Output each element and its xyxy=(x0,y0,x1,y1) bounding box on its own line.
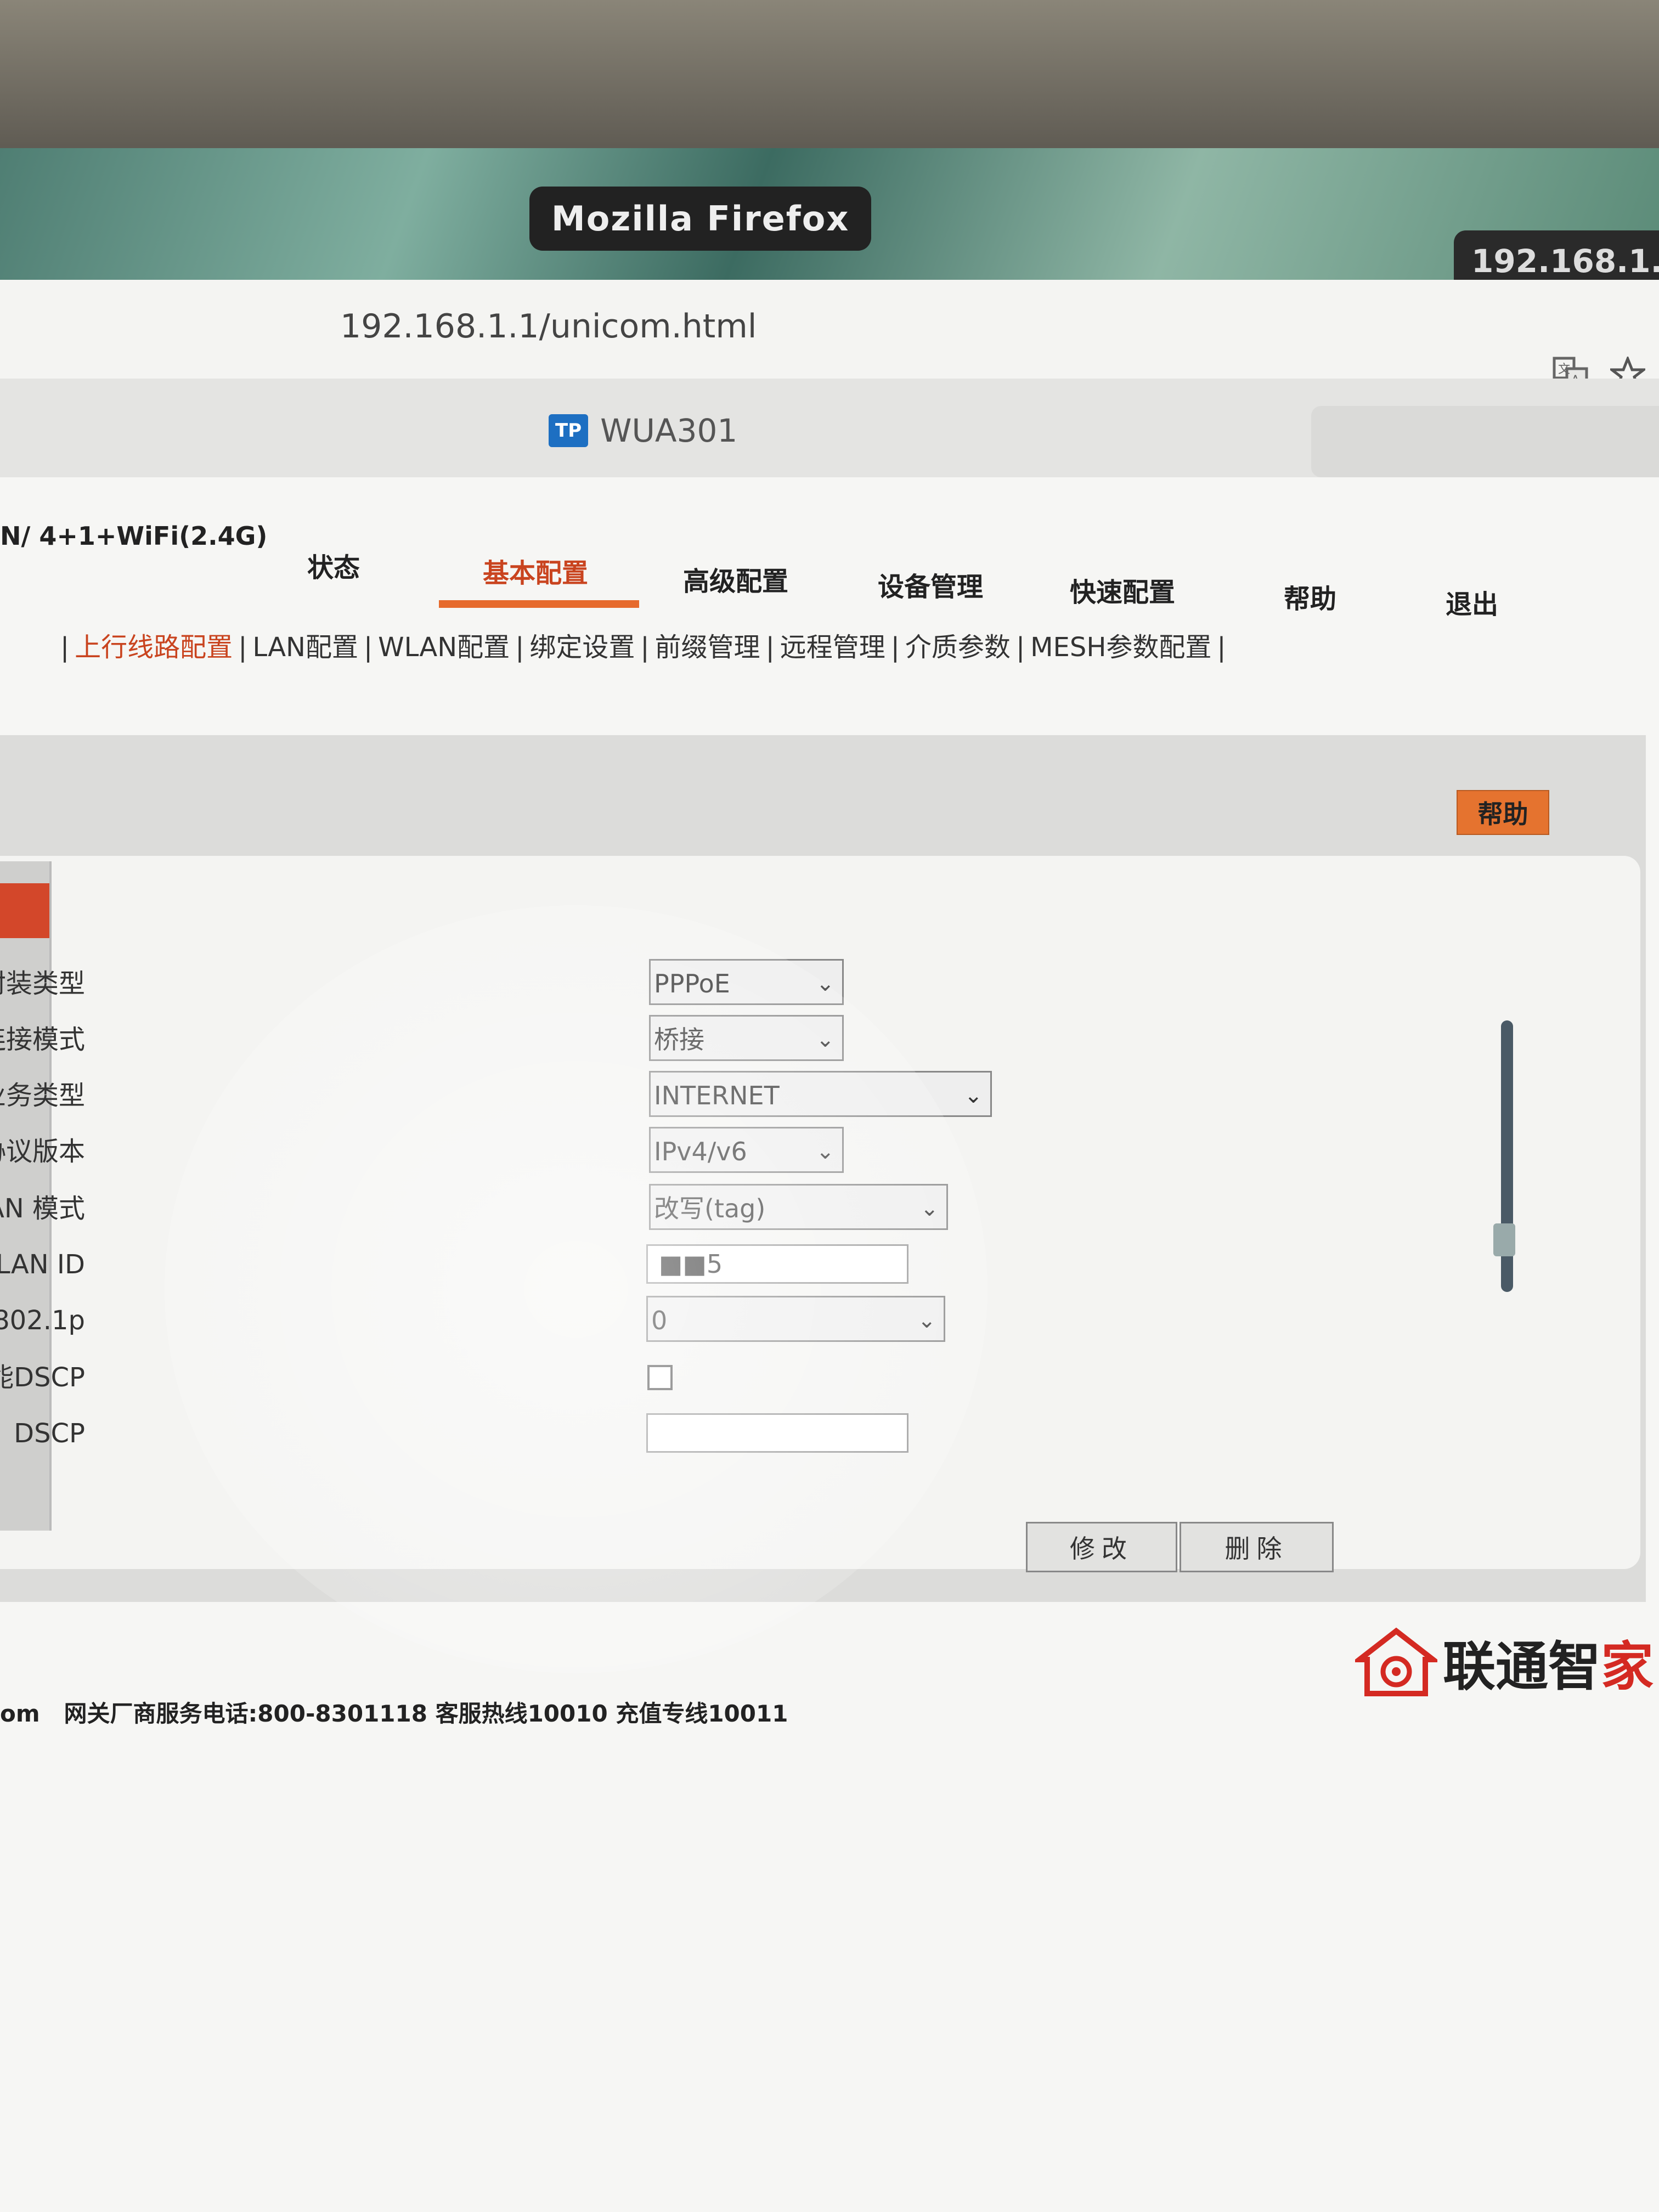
unicom-logo-icon xyxy=(1355,1627,1437,1696)
tab-active[interactable]: TP WUA301 xyxy=(527,395,1295,466)
modify-button[interactable]: 修改 xyxy=(1026,1522,1177,1572)
row-vlan-id: VLAN ID ■■5 xyxy=(0,1240,1042,1289)
footer-service-info: om 网关厂商服务电话:800-8301118 客服热线10010 充值专线10… xyxy=(0,1695,788,1729)
service-type-select[interactable]: INTERNET ⌄ xyxy=(649,1071,992,1117)
service-label: 业务类型 xyxy=(0,1080,85,1111)
ip-version-select[interactable]: IPv4/v6 ⌄ xyxy=(649,1127,844,1173)
submenu-wlan[interactable]: WLAN配置 xyxy=(378,632,510,663)
svg-text:文: 文 xyxy=(1558,363,1570,376)
conn-mode-select[interactable]: 桥接 ⌄ xyxy=(649,1015,844,1061)
menu-quick-config[interactable]: 快速配置 xyxy=(1070,571,1175,609)
dscp-enable-checkbox[interactable] xyxy=(647,1365,673,1390)
menu-status[interactable]: 状态 xyxy=(307,546,360,584)
service-value: INTERNET xyxy=(654,1081,780,1110)
browser-navbar xyxy=(0,280,1659,379)
ip-label: IP协议版本 xyxy=(0,1136,85,1167)
help-button[interactable]: 帮助 xyxy=(1457,790,1549,835)
submenu-uplink[interactable]: 上行线路配置 xyxy=(75,632,233,663)
row-ip: IP协议版本 IPv4/v6 ⌄ xyxy=(0,1127,1042,1176)
menu-logout[interactable]: 退出 xyxy=(1446,583,1498,621)
tab-title: WUA301 xyxy=(600,412,738,449)
submenu-media[interactable]: 介质参数 xyxy=(905,632,1011,663)
row-dscp-enable: 使能DSCP xyxy=(0,1353,1042,1402)
row-conn: 连接模式 桥接 ⌄ xyxy=(0,1015,1042,1064)
chevron-down-icon: ⌄ xyxy=(917,1308,936,1333)
vlan-id-label: VLAN ID xyxy=(0,1249,85,1280)
submenu-mesh[interactable]: MESH参数配置 xyxy=(1030,632,1211,663)
brand-text-main: 联通智 xyxy=(1443,1636,1601,1697)
p8021-value: 0 xyxy=(651,1306,668,1335)
vlan-mode-value: 改写(tag) xyxy=(654,1194,766,1223)
encap-label: 封装类型 xyxy=(0,968,85,999)
row-dscp: DSCP xyxy=(0,1409,1042,1458)
row-vlan-mode: VLAN 模式 改写(tag) ⌄ xyxy=(0,1184,1042,1233)
address-bar[interactable]: 192.168.1.1/unicom.html xyxy=(340,307,757,346)
window-title: Mozilla Firefox xyxy=(529,187,872,251)
chevron-down-icon: ⌄ xyxy=(816,1027,834,1052)
row-8021p: 802.1p 0 ⌄ xyxy=(0,1296,1042,1345)
ip-value: IPv4/v6 xyxy=(654,1137,747,1166)
vlan-mode-label: VLAN 模式 xyxy=(0,1193,85,1224)
tab-inactive[interactable] xyxy=(1311,406,1659,477)
dscp-input[interactable] xyxy=(646,1413,909,1453)
delete-button[interactable]: 删除 xyxy=(1180,1522,1334,1572)
chevron-down-icon: ⌄ xyxy=(816,971,834,996)
submenu-lan[interactable]: LAN配置 xyxy=(252,632,358,663)
scrollbar-handle[interactable] xyxy=(1493,1223,1515,1256)
chevron-down-icon: ⌄ xyxy=(920,1196,939,1221)
menu-help[interactable]: 帮助 xyxy=(1284,577,1336,616)
dscp-enable-label: 使能DSCP xyxy=(0,1362,85,1393)
chevron-down-icon: ⌄ xyxy=(816,1139,834,1164)
submenu-prefix[interactable]: 前缀管理 xyxy=(655,632,760,663)
tab-favicon-icon: TP xyxy=(549,414,589,447)
device-model: N/ 4+1+WiFi(2.4G) xyxy=(0,521,268,551)
dscp-label: DSCP xyxy=(14,1418,85,1449)
submenu-remote[interactable]: 远程管理 xyxy=(780,632,885,663)
conn-label: 连接模式 xyxy=(0,1024,85,1055)
encap-select[interactable]: PPPoE ⌄ xyxy=(649,959,844,1005)
brand-text-accent: 家 xyxy=(1601,1636,1654,1697)
unicom-brand: 联通智家 xyxy=(1355,1624,1654,1700)
vlan-mode-select[interactable]: 改写(tag) ⌄ xyxy=(649,1184,948,1230)
connection-list-selected[interactable] xyxy=(0,883,49,938)
footer-text: 网关厂商服务电话:800-8301118 客服热线10010 充值专线10011 xyxy=(64,1700,788,1727)
p8021-select[interactable]: 0 ⌄ xyxy=(646,1296,945,1342)
menu-active-indicator xyxy=(439,600,639,608)
encap-value: PPPoE xyxy=(654,969,730,998)
conn-value: 桥接 xyxy=(654,1025,704,1054)
footer-left-fragment: om xyxy=(0,1700,40,1727)
submenu-bar: | 上行线路配置 | LAN配置 | WLAN配置 | 绑定设置 | 前缀管理 | 远程管理 | 介质参数… xyxy=(60,632,1226,663)
menu-advanced-config[interactable]: 高级配置 xyxy=(683,560,788,598)
chevron-down-icon: ⌄ xyxy=(964,1083,983,1108)
menu-basic-config[interactable]: 基本配置 xyxy=(483,551,588,590)
row-service: 业务类型 INTERNET ⌄ xyxy=(0,1071,1042,1120)
monitor-bezel xyxy=(0,0,1659,154)
menu-device-management[interactable]: 设备管理 xyxy=(878,565,983,603)
submenu-binding[interactable]: 绑定设置 xyxy=(529,632,635,663)
vlan-id-input[interactable]: ■■5 xyxy=(646,1244,909,1284)
p8021-label: 802.1p xyxy=(0,1305,85,1336)
row-encap: 封装类型 PPPoE ⌄ xyxy=(0,959,1042,1008)
